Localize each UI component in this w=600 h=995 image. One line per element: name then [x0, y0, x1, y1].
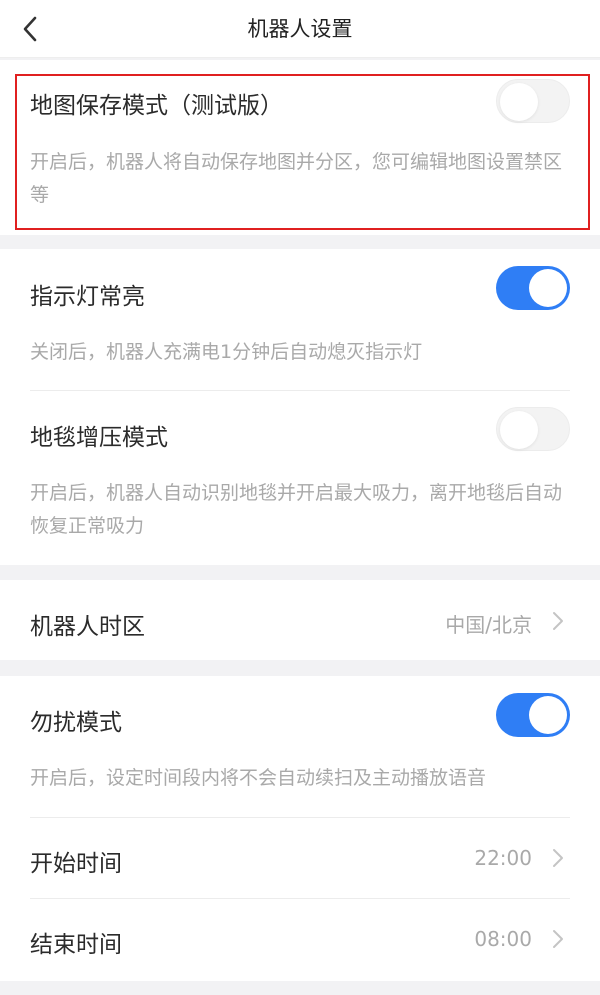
toggle-knob: [500, 83, 538, 121]
carpet-boost-title: 地毯增压模式: [30, 425, 168, 451]
toggle-knob: [500, 411, 538, 449]
timezone-row[interactable]: 机器人时区 中国/北京: [0, 580, 600, 660]
map-save-card: 地图保存模式（测试版） 开启后，机器人将自动保存地图并分区，您可编辑地图设置禁区…: [0, 60, 600, 235]
timezone-title: 机器人时区: [30, 614, 145, 640]
toggle-knob: [529, 696, 567, 734]
chevron-right-icon: [553, 930, 563, 948]
dnd-card: 勿扰模式 开启后，设定时间段内将不会自动续扫及主动播放语音 开始时间 22:00…: [0, 676, 600, 981]
page-title: 机器人设置: [247, 17, 353, 41]
map-save-toggle[interactable]: [496, 79, 570, 123]
start-time-label: 开始时间: [30, 851, 122, 877]
dnd-title: 勿扰模式: [30, 710, 122, 736]
map-save-desc: 开启后，机器人将自动保存地图并分区，您可编辑地图设置禁区等: [30, 151, 563, 206]
dnd-toggle[interactable]: [496, 693, 570, 737]
indicator-light-toggle[interactable]: [496, 266, 570, 310]
timezone-value: 中国/北京: [445, 613, 532, 637]
start-time-value: 22:00: [474, 846, 532, 870]
chevron-right-icon: [553, 849, 563, 867]
end-time-value: 08:00: [474, 927, 532, 951]
light-carpet-card: 指示灯常亮 关闭后，机器人充满电1分钟后自动熄灭指示灯 地毯增压模式 开启后，机…: [0, 249, 600, 565]
carpet-boost-toggle[interactable]: [496, 407, 570, 451]
end-time-row[interactable]: 结束时间 08:00: [0, 899, 600, 979]
carpet-boost-desc: 开启后，机器人自动识别地毯并开启最大吸力，离开地毯后自动恢复正常吸力: [30, 482, 563, 537]
indicator-light-title: 指示灯常亮: [30, 284, 145, 310]
end-time-label: 结束时间: [30, 932, 122, 958]
map-save-title: 地图保存模式（测试版）: [30, 93, 283, 119]
indicator-light-desc: 关闭后，机器人充满电1分钟后自动熄灭指示灯: [30, 341, 423, 363]
start-time-row[interactable]: 开始时间 22:00: [0, 818, 600, 898]
chevron-right-icon: [553, 612, 563, 630]
nav-header: 机器人设置: [0, 0, 600, 58]
dnd-desc: 开启后，设定时间段内将不会自动续扫及主动播放语音: [30, 767, 487, 789]
divider: [30, 390, 570, 391]
toggle-knob: [529, 269, 567, 307]
